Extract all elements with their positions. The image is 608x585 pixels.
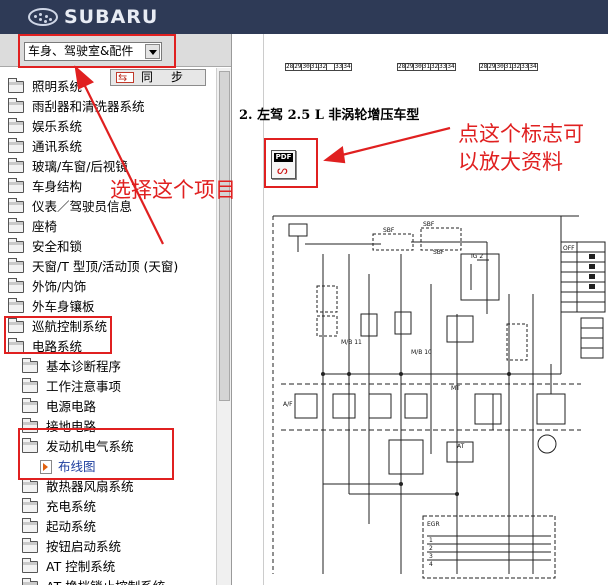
annotation-arrows [74, 65, 451, 245]
annotation-click-logo-1: 点这个标志可 [458, 122, 584, 146]
annotation-click-logo-2: 以放大资料 [458, 150, 563, 174]
annotation-select-item: 选择这个项目 [110, 178, 236, 202]
